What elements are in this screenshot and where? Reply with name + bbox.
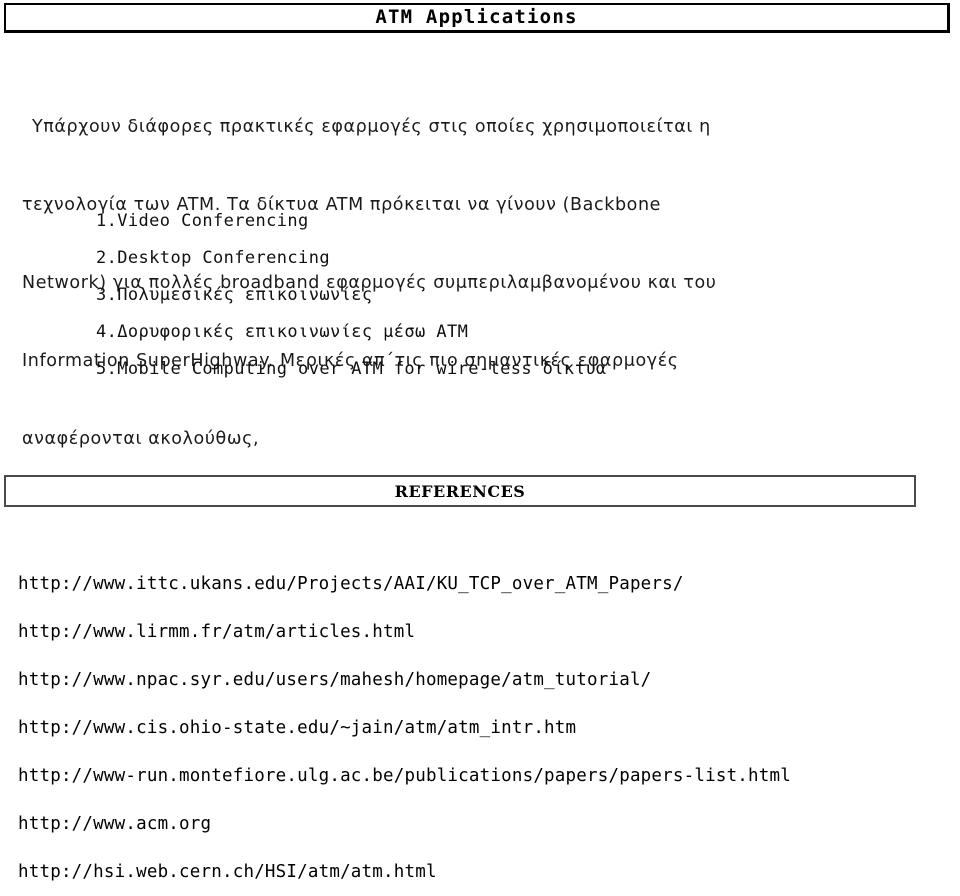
page-title: ATM Applications bbox=[375, 6, 578, 28]
references-list: http://www.ittc.ukans.edu/Projects/AAI/K… bbox=[18, 560, 948, 896]
list-item: 5.Mobile Computing over ATM for wire-les… bbox=[96, 359, 607, 379]
list-item: 1.Video Conferencing bbox=[96, 211, 309, 231]
reference-url[interactable]: http://www.acm.org bbox=[18, 800, 948, 848]
intro-line: Υπάρχουν διάφορες πρακτικές εφαρμογές στ… bbox=[32, 117, 711, 137]
reference-url[interactable]: http://www.ittc.ukans.edu/Projects/AAI/K… bbox=[18, 560, 948, 608]
applications-list: 1.Video Conferencing 2.Desktop Conferenc… bbox=[96, 203, 896, 388]
list-item: 4.Δορυφορικές επικοινωνίες μέσω ATM bbox=[96, 322, 469, 342]
references-banner: REFERENCES bbox=[4, 475, 916, 507]
reference-url[interactable]: http://www.lirmm.fr/atm/articles.html bbox=[18, 608, 948, 656]
list-item: 3.Πολυμεσικές επικοινωνίες bbox=[96, 285, 373, 305]
list-item: 2.Desktop Conferencing bbox=[96, 248, 330, 268]
reference-url[interactable]: http://www-run.montefiore.ulg.ac.be/publ… bbox=[18, 752, 948, 800]
intro-line: αναφέρονται ακολούθως, bbox=[22, 429, 260, 449]
references-heading: REFERENCES bbox=[394, 481, 526, 501]
reference-url[interactable]: http://www.cis.ohio-state.edu/~jain/atm/… bbox=[18, 704, 948, 752]
reference-url[interactable]: http://hsi.web.cern.ch/HSI/atm/atm.html bbox=[18, 848, 948, 896]
reference-url[interactable]: http://www.npac.syr.edu/users/mahesh/hom… bbox=[18, 656, 948, 704]
title-banner: ATM Applications bbox=[4, 3, 950, 33]
